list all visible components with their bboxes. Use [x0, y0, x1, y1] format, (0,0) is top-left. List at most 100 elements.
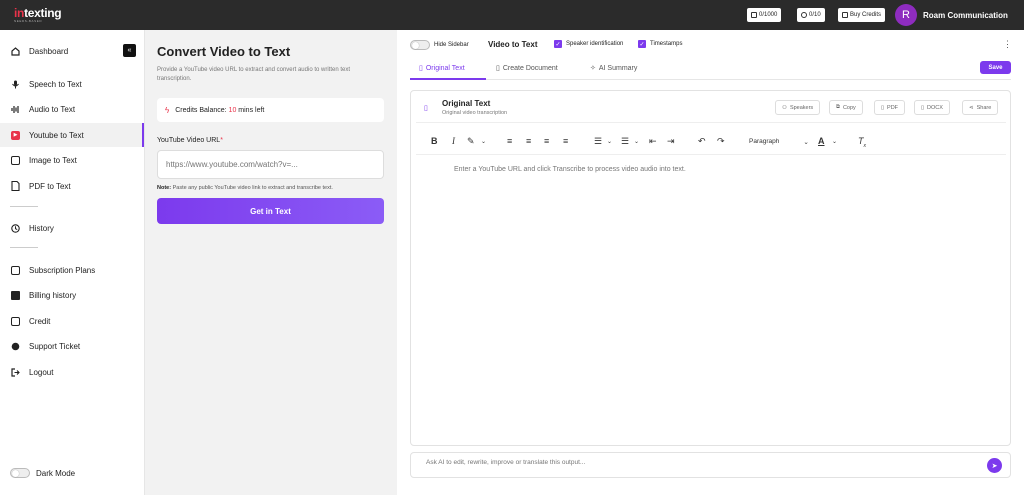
more-options-icon[interactable]: ⋮ [1003, 39, 1012, 50]
text-editor: ▯ Original Text Original video transcrip… [410, 90, 1011, 446]
undo-icon[interactable]: ↶ [698, 136, 706, 147]
save-button[interactable]: Save [980, 61, 1011, 74]
tab-label: Original Text [425, 64, 465, 72]
sidebar-item-label: History [29, 223, 54, 233]
tab-original-text[interactable]: ▯ Original Text [419, 64, 465, 73]
editor-subtitle: Original video transcription [442, 110, 508, 116]
brand-name-prefix: in [14, 6, 25, 20]
sidebar-item-pdf-to-text[interactable]: PDF to Text [0, 174, 144, 198]
support-icon [11, 342, 20, 351]
sidebar-item-support-ticket[interactable]: Support Ticket [0, 334, 144, 358]
sparkle-icon: ✧ [590, 65, 596, 72]
chevron-down-icon[interactable]: ⌄ [481, 138, 486, 145]
align-left-icon[interactable]: ≡ [507, 136, 512, 146]
docx-button[interactable]: ▯ DOCX [914, 100, 950, 115]
ask-ai-bar: Ask AI to edit, rewrite, improve or tran… [410, 452, 1011, 478]
indent-icon[interactable]: ⇥ [667, 136, 675, 147]
chevron-down-icon[interactable]: ⌄ [634, 138, 639, 145]
timer-counter[interactable]: 0/10 [797, 8, 825, 22]
double-chevron-left-icon: « [127, 47, 132, 54]
credits-count: 0/1000 [759, 12, 778, 18]
highlight-icon[interactable]: ✎ [467, 136, 475, 147]
url-field-label: YouTube Video URL* [157, 137, 223, 144]
lightning-icon: ϟ [165, 105, 170, 115]
dark-mode-switch[interactable] [10, 468, 30, 478]
file-icon: ▯ [921, 104, 925, 111]
active-tab-indicator [410, 78, 486, 80]
send-button[interactable]: ➤ [987, 458, 1002, 473]
share-button[interactable]: ⋖ Share [962, 100, 999, 115]
align-right-icon[interactable]: ≡ [544, 136, 549, 146]
sidebar: Dashboard « Speech to Text Audio to Text… [0, 30, 145, 495]
chevron-down-icon[interactable]: ⌄ [607, 138, 612, 145]
copy-icon: ⧉ [836, 104, 840, 110]
brand-logo[interactable]: intexting NEEDS-BASED [14, 7, 64, 23]
bullet-list-icon[interactable]: ☰ [594, 136, 602, 147]
formatting-toolbar: B I ✎ ⌄ ≡ ≡ ≡ ≡ ☰ ⌄ ☰ ⌄ ⇤ ⇥ ↶ ↷ Paragrap… [411, 136, 1010, 150]
clear-formatting-icon[interactable]: Tx [858, 136, 866, 149]
sidebar-item-speech-to-text[interactable]: Speech to Text [0, 72, 144, 96]
user-menu[interactable]: R Roam Communication [895, 4, 1008, 26]
sidebar-item-logout[interactable]: Logout [0, 360, 144, 384]
tab-bar: ▯ Original Text ▯ Create Document ✧ AI S… [410, 58, 1011, 80]
sidebar-item-subscription-plans[interactable]: Subscription Plans [0, 258, 144, 282]
youtube-url-input[interactable] [157, 150, 384, 179]
sidebar-divider [10, 247, 38, 248]
editor-placeholder[interactable]: Enter a YouTube URL and click Transcribe… [454, 166, 686, 173]
text-color-icon[interactable]: A [818, 136, 825, 146]
editor-divider [416, 122, 1006, 123]
redo-icon[interactable]: ↷ [717, 136, 725, 147]
credits-label: Credits Balance: [175, 106, 227, 114]
sidebar-item-youtube-to-text[interactable]: ▶ Youtube to Text [0, 123, 144, 147]
align-justify-icon[interactable]: ≡ [563, 136, 568, 146]
document-icon: ▯ [419, 65, 423, 72]
bold-icon[interactable]: B [431, 136, 438, 146]
paragraph-style-select[interactable]: Paragraph ⌄ [749, 138, 809, 146]
tab-label: Create Document [502, 64, 558, 72]
numbered-list-icon[interactable]: ☰ [621, 136, 629, 147]
username: Roam Communication [923, 10, 1008, 20]
share-label: Share [976, 104, 992, 111]
dashboard-icon [11, 46, 20, 56]
tab-ai-summary[interactable]: ✧ AI Summary [590, 64, 637, 73]
timer-count: 0/10 [809, 12, 821, 18]
buy-credits-button[interactable]: Buy Credits [838, 8, 886, 22]
outdent-icon[interactable]: ⇤ [649, 136, 657, 147]
speaker-identification-checkbox[interactable]: ✓ Speaker identification [554, 40, 623, 48]
copy-button[interactable]: ⧉ Copy [829, 100, 863, 115]
sidebar-item-history[interactable]: History [0, 216, 144, 240]
ask-ai-input[interactable]: Ask AI to edit, rewrite, improve or tran… [426, 459, 585, 466]
chevron-down-icon[interactable]: ⌄ [832, 138, 837, 145]
note-text: Paste any public YouTube video link to e… [172, 185, 333, 191]
pdf-button[interactable]: ▯ PDF [874, 100, 906, 115]
document-icon [11, 181, 20, 191]
credits-counter[interactable]: 0/1000 [747, 8, 782, 22]
toolbar-divider [416, 154, 1006, 155]
sidebar-item-audio-to-text[interactable]: Audio to Text [0, 97, 144, 121]
speakers-button[interactable]: ⚇ Speakers [775, 100, 821, 115]
credits-balance-card: ϟ Credits Balance: 10 mins left [157, 98, 384, 122]
page-description: Provide a YouTube video URL to extract a… [157, 67, 351, 82]
required-mark: * [220, 137, 223, 144]
tab-create-document[interactable]: ▯ Create Document [496, 64, 558, 73]
audio-wave-icon [11, 105, 20, 114]
dark-mode-toggle[interactable]: Dark Mode [10, 468, 75, 478]
timestamps-checkbox[interactable]: ✓ Timestamps [638, 40, 682, 48]
document-icon: ▯ [424, 105, 428, 112]
note-label: Note: [157, 185, 172, 191]
sidebar-item-credit[interactable]: Credit [0, 309, 144, 333]
align-center-icon[interactable]: ≡ [526, 136, 531, 146]
copy-label: Copy [842, 104, 856, 111]
italic-icon[interactable]: I [452, 136, 455, 146]
sidebar-item-label: Audio to Text [29, 104, 76, 114]
workspace-title: Video to Text [488, 40, 538, 49]
sidebar-item-image-to-text[interactable]: Image to Text [0, 148, 144, 172]
credits-balance-text: Credits Balance: 10 mins left [175, 107, 264, 114]
sidebar-item-billing-history[interactable]: Billing history [0, 283, 144, 307]
collapse-sidebar-button[interactable]: « [123, 44, 136, 57]
hide-sidebar-switch[interactable] [410, 40, 430, 50]
hide-sidebar-toggle[interactable]: Hide Sidebar [410, 40, 469, 50]
file-icon: ▯ [881, 104, 885, 111]
get-in-text-button[interactable]: Get in Text [157, 198, 384, 224]
sidebar-item-label: Image to Text [29, 155, 77, 165]
